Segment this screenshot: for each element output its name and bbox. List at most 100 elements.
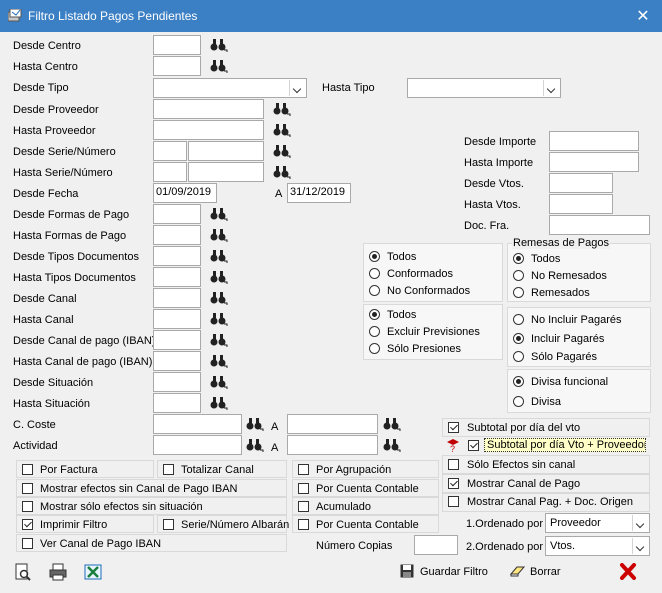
label-hasta-proveedor: Hasta Proveedor bbox=[13, 125, 96, 137]
hasta-canal-iban-input[interactable] bbox=[153, 351, 201, 371]
binoculars-icon[interactable] bbox=[210, 207, 228, 221]
binoculars-icon[interactable] bbox=[210, 291, 228, 305]
solo-efectos-checkbox[interactable] bbox=[448, 459, 459, 470]
binoculars-icon[interactable] bbox=[246, 438, 264, 452]
acumulado-checkbox[interactable] bbox=[298, 501, 309, 512]
binoculars-icon[interactable] bbox=[383, 417, 401, 431]
prev-excluir-radio[interactable] bbox=[369, 326, 380, 337]
binoculars-icon[interactable] bbox=[273, 165, 291, 179]
prev-solo-radio[interactable] bbox=[369, 343, 380, 354]
desde-situacion-input[interactable] bbox=[153, 372, 201, 392]
remesas-title: Remesas de Pagos bbox=[512, 237, 610, 249]
hasta-tipos-doc-input[interactable] bbox=[153, 267, 201, 287]
rem-remesados-radio[interactable] bbox=[513, 287, 524, 298]
pag-incluir-radio[interactable] bbox=[513, 333, 524, 344]
divisa-funcional-radio[interactable] bbox=[513, 376, 524, 387]
solo-efectos-label: Sólo Efectos sin canal bbox=[467, 459, 576, 471]
mostrar-canal-checkbox[interactable] bbox=[448, 478, 459, 489]
pag-no-incluir-radio[interactable] bbox=[513, 314, 524, 325]
binoculars-icon[interactable] bbox=[210, 375, 228, 389]
hasta-centro-input[interactable] bbox=[153, 56, 201, 76]
printer-icon[interactable] bbox=[49, 563, 67, 581]
serie-albaran-checkbox[interactable] bbox=[163, 519, 174, 530]
binoculars-icon[interactable] bbox=[210, 312, 228, 326]
pag-solo-radio[interactable] bbox=[513, 351, 524, 362]
desde-importe-input[interactable] bbox=[549, 131, 639, 151]
rem-no-remesados-radio[interactable] bbox=[513, 270, 524, 281]
conf-conformados-radio[interactable] bbox=[369, 268, 380, 279]
conf-todos-radio[interactable] bbox=[369, 251, 380, 262]
desde-canal-input[interactable] bbox=[153, 288, 201, 308]
binoculars-icon[interactable] bbox=[210, 396, 228, 410]
hasta-numero-input[interactable] bbox=[188, 162, 264, 182]
label-hasta-serie: Hasta Serie/Número bbox=[13, 167, 113, 179]
hasta-vtos-input[interactable] bbox=[549, 194, 613, 214]
desde-serie-input[interactable] bbox=[153, 141, 187, 161]
hasta-proveedor-input[interactable] bbox=[153, 120, 264, 140]
binoculars-icon[interactable] bbox=[210, 333, 228, 347]
desde-numero-input[interactable] bbox=[188, 141, 264, 161]
binoculars-icon[interactable] bbox=[273, 123, 291, 137]
hasta-tipo-select[interactable] bbox=[407, 78, 561, 98]
eraser-icon[interactable] bbox=[510, 565, 526, 577]
divisa-radio[interactable] bbox=[513, 396, 524, 407]
close-button[interactable]: ✕ bbox=[634, 6, 652, 26]
hasta-actividad-input[interactable] bbox=[287, 435, 378, 455]
binoculars-icon[interactable] bbox=[210, 249, 228, 263]
hasta-fecha-input[interactable]: 31/12/2019 bbox=[287, 183, 351, 203]
binoculars-icon[interactable] bbox=[383, 438, 401, 452]
rem-todos-radio[interactable] bbox=[513, 253, 524, 264]
guardar-filtro-button[interactable]: Guardar Filtro bbox=[420, 566, 488, 578]
label-hasta-canal: Hasta Canal bbox=[13, 314, 74, 326]
mostrar-canal-doc-checkbox[interactable] bbox=[448, 496, 459, 507]
binoculars-icon[interactable] bbox=[210, 354, 228, 368]
binoculars-icon[interactable] bbox=[210, 270, 228, 284]
hasta-situacion-input[interactable] bbox=[153, 393, 201, 413]
mostrar-sin-situacion-checkbox[interactable] bbox=[22, 501, 33, 512]
por-factura-checkbox[interactable] bbox=[22, 464, 33, 475]
print-preview-icon[interactable] bbox=[14, 563, 32, 581]
hasta-serie-input[interactable] bbox=[153, 162, 187, 182]
por-agrupacion-checkbox[interactable] bbox=[298, 464, 309, 475]
desde-c-coste-input[interactable] bbox=[153, 414, 242, 434]
por-cuenta1-label: Por Cuenta Contable bbox=[316, 483, 419, 495]
por-cuenta2-checkbox[interactable] bbox=[298, 519, 309, 530]
conf-no-conformados-radio[interactable] bbox=[369, 285, 380, 296]
numero-copias-input[interactable] bbox=[414, 535, 458, 555]
desde-proveedor-input[interactable] bbox=[153, 99, 264, 119]
desde-tipo-select[interactable] bbox=[153, 78, 307, 98]
label-desde-canal-iban: Desde Canal de pago (IBAN) bbox=[13, 335, 156, 347]
hasta-canal-input[interactable] bbox=[153, 309, 201, 329]
hasta-importe-input[interactable] bbox=[549, 152, 639, 172]
por-cuenta1-checkbox[interactable] bbox=[298, 483, 309, 494]
desde-tipos-doc-input[interactable] bbox=[153, 246, 201, 266]
subtotal-dia-checkbox[interactable] bbox=[448, 422, 459, 433]
desde-fecha-input[interactable]: 01/09/2019 bbox=[153, 183, 217, 203]
binoculars-icon[interactable] bbox=[273, 102, 291, 116]
totalizar-canal-checkbox[interactable] bbox=[163, 464, 174, 475]
binoculars-icon[interactable] bbox=[210, 228, 228, 242]
hasta-c-coste-input[interactable] bbox=[287, 414, 378, 434]
binoculars-icon[interactable] bbox=[210, 59, 228, 73]
hasta-formas-input[interactable] bbox=[153, 225, 201, 245]
ver-canal-checkbox[interactable] bbox=[22, 538, 33, 549]
doc-fra-input[interactable] bbox=[549, 215, 650, 235]
desde-actividad-input[interactable] bbox=[153, 435, 242, 455]
imprimir-filtro-checkbox[interactable] bbox=[22, 519, 33, 530]
desde-formas-input[interactable] bbox=[153, 204, 201, 224]
exit-icon[interactable] bbox=[619, 563, 637, 580]
orden1-select[interactable]: Proveedor bbox=[545, 513, 650, 533]
binoculars-icon[interactable] bbox=[246, 417, 264, 431]
save-icon[interactable] bbox=[400, 564, 414, 578]
borrar-button[interactable]: Borrar bbox=[530, 566, 561, 578]
subtotal-dia-prov-checkbox[interactable] bbox=[468, 440, 479, 451]
binoculars-icon[interactable] bbox=[210, 38, 228, 52]
desde-canal-iban-input[interactable] bbox=[153, 330, 201, 350]
desde-centro-input[interactable] bbox=[153, 35, 201, 55]
prev-todos-radio[interactable] bbox=[369, 309, 380, 320]
desde-vtos-input[interactable] bbox=[549, 173, 613, 193]
orden2-select[interactable]: Vtos. bbox=[545, 536, 650, 556]
binoculars-icon[interactable] bbox=[273, 144, 291, 158]
excel-export-icon[interactable] bbox=[84, 563, 102, 581]
mostrar-sin-canal-checkbox[interactable] bbox=[22, 483, 33, 494]
